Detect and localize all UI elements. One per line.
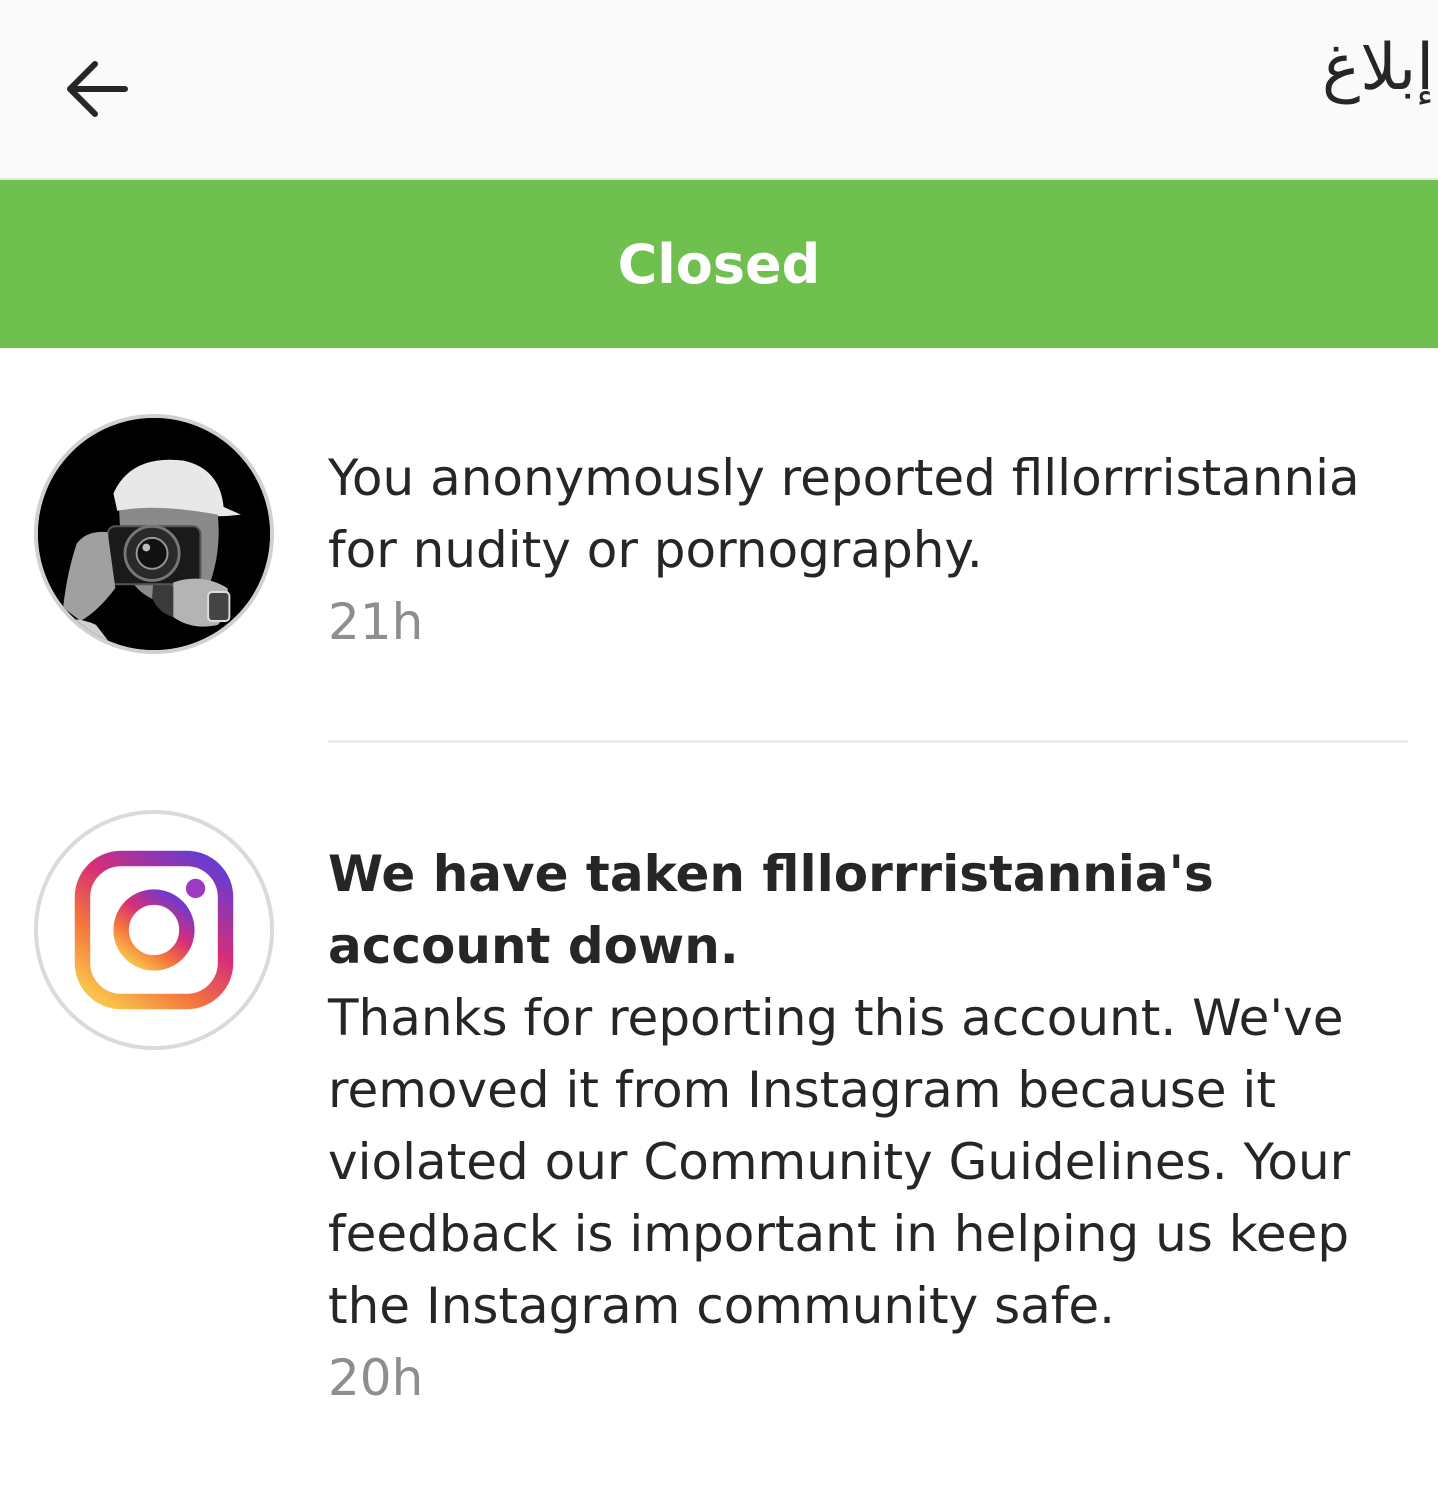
report-headline: We have taken flllorrristannia's account… (328, 845, 1214, 975)
report-text: We have taken flllorrristannia's account… (328, 838, 1408, 1414)
page-title: إبلاغ (1322, 31, 1434, 105)
back-button[interactable] (52, 44, 142, 134)
top-app-bar: إبلاغ (0, 0, 1438, 180)
photographer-avatar[interactable] (34, 414, 274, 654)
report-text: You anonymously reported flllorrristanni… (328, 442, 1408, 658)
report-message: Thanks for reporting this account. We've… (328, 989, 1351, 1335)
status-label: Closed (617, 232, 821, 296)
instagram-avatar (34, 810, 274, 1050)
divider (328, 740, 1408, 743)
report-message: You anonymously reported flllorrristanni… (328, 449, 1360, 579)
instagram-logo-icon (74, 850, 234, 1010)
report-time: 21h (328, 593, 424, 651)
arrow-left-icon (67, 61, 128, 117)
status-banner: Closed (0, 180, 1438, 348)
report-time: 20h (328, 1349, 424, 1407)
photographer-image (38, 418, 270, 650)
